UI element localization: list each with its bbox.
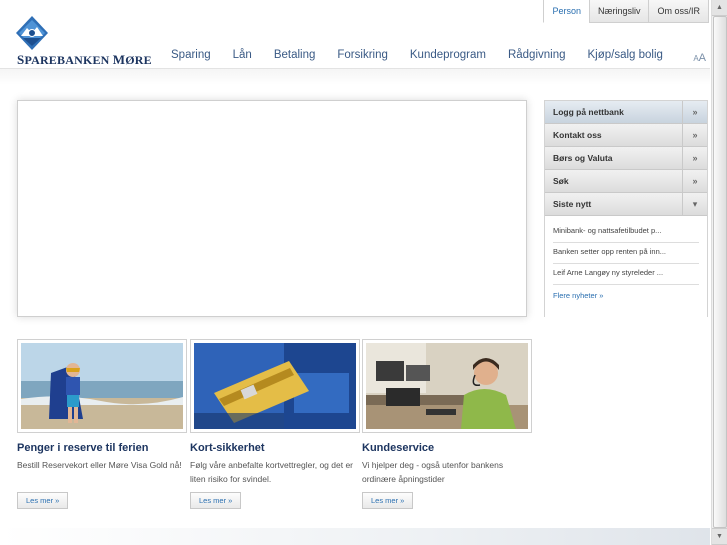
news-item[interactable]: Minibank- og nattsafetilbudet p... [553,222,699,243]
chevron-right-icon: » [682,124,707,146]
news-panel: Minibank- og nattsafetilbudet p... Banke… [545,216,707,322]
text-size-toggle[interactable]: AA [693,52,706,64]
card-title: Kundeservice [362,442,435,454]
card-image-card-terminal[interactable] [190,339,360,433]
read-more-button[interactable]: Les mer » [362,492,414,509]
card-title: Kort-sikkerhet [190,442,265,454]
nav-sparing[interactable]: Sparing [160,49,222,61]
text-size-large[interactable]: A [699,52,706,64]
sidebar-item-nettbank[interactable]: Logg på nettbank » [545,101,707,124]
chevron-right-icon: » [682,147,707,169]
read-more-button[interactable]: Les mer » [17,492,69,509]
nav-kjop-salg-bolig[interactable]: Kjøp/salg bolig [577,49,674,61]
card-terminal-image [194,343,356,429]
logo[interactable]: SPAREBANKEN MØRE [16,16,152,67]
read-more-button[interactable]: Les mer » [190,492,242,509]
sidebar: Logg på nettbank » Kontakt oss » Børs og… [544,100,708,322]
nav-lan[interactable]: Lån [222,49,263,61]
customer-service-image [366,343,528,429]
card-text: Vi hjelper deg - også utenfor bankens or… [362,460,504,484]
sidebar-item-label: Siste nytt [553,199,592,209]
nav-radgivning[interactable]: Rådgivning [497,49,577,61]
chevron-right-icon: » [682,170,707,192]
main-nav: Sparing Lån Betaling Forsikring Kundepro… [160,49,674,61]
hero-banner [17,100,527,317]
logo-mountain-icon [16,16,48,50]
scrollbar-thumb[interactable] [713,16,727,528]
sidebar-item-label: Kontakt oss [553,130,602,140]
card-image-customer-service[interactable] [362,339,532,433]
promo-card-reserve: Penger i reserve til ferien Bestill Rese… [17,339,189,509]
boy-on-beach-image [21,343,183,429]
sidebar-item-sok[interactable]: Søk » [545,170,707,193]
sidebar-item-bors-valuta[interactable]: Børs og Valuta » [545,147,707,170]
site-header: SPAREBANKEN MØRE Sparing Lån Betaling Fo… [0,16,710,85]
logo-wordmark: SPAREBANKEN MØRE [17,52,152,67]
nav-kundeprogram[interactable]: Kundeprogram [399,49,497,61]
header-divider [0,68,710,85]
chevron-right-icon: » [682,101,707,123]
news-item[interactable]: Banken setter opp renten på inn... [553,243,699,264]
scroll-up-icon[interactable]: ▲ [712,0,727,16]
vertical-scrollbar[interactable]: ▲ ▼ [711,0,727,545]
footer-gradient [0,528,710,545]
card-text: Følg våre anbefalte kortvettregler, og d… [190,460,354,484]
promo-card-kundeservice: Kundeservice Vi hjelper deg - også utenf… [362,339,534,509]
sidebar-item-label: Søk [553,176,569,186]
sidebar-item-siste-nytt[interactable]: Siste nytt ▾ [545,193,707,216]
nav-betaling[interactable]: Betaling [263,49,327,61]
card-text: Bestill Reservekort eller Møre Visa Gold… [17,460,182,470]
card-image-boy-cape[interactable] [17,339,187,433]
sidebar-item-label: Logg på nettbank [553,107,624,117]
sidebar-item-label: Børs og Valuta [553,153,613,163]
nav-forsikring[interactable]: Forsikring [326,49,398,61]
more-news-link[interactable]: Flere nyheter » [553,285,699,307]
news-item[interactable]: Leif Arne Langøy ny styreleder ... [553,264,699,285]
promo-card-kort-sikkerhet: Kort-sikkerhet Følg våre anbefalte kortv… [190,339,362,509]
card-title: Penger i reserve til ferien [17,442,149,454]
sidebar-item-kontakt[interactable]: Kontakt oss » [545,124,707,147]
scroll-down-icon[interactable]: ▼ [712,528,727,545]
chevron-down-icon: ▾ [682,193,707,215]
